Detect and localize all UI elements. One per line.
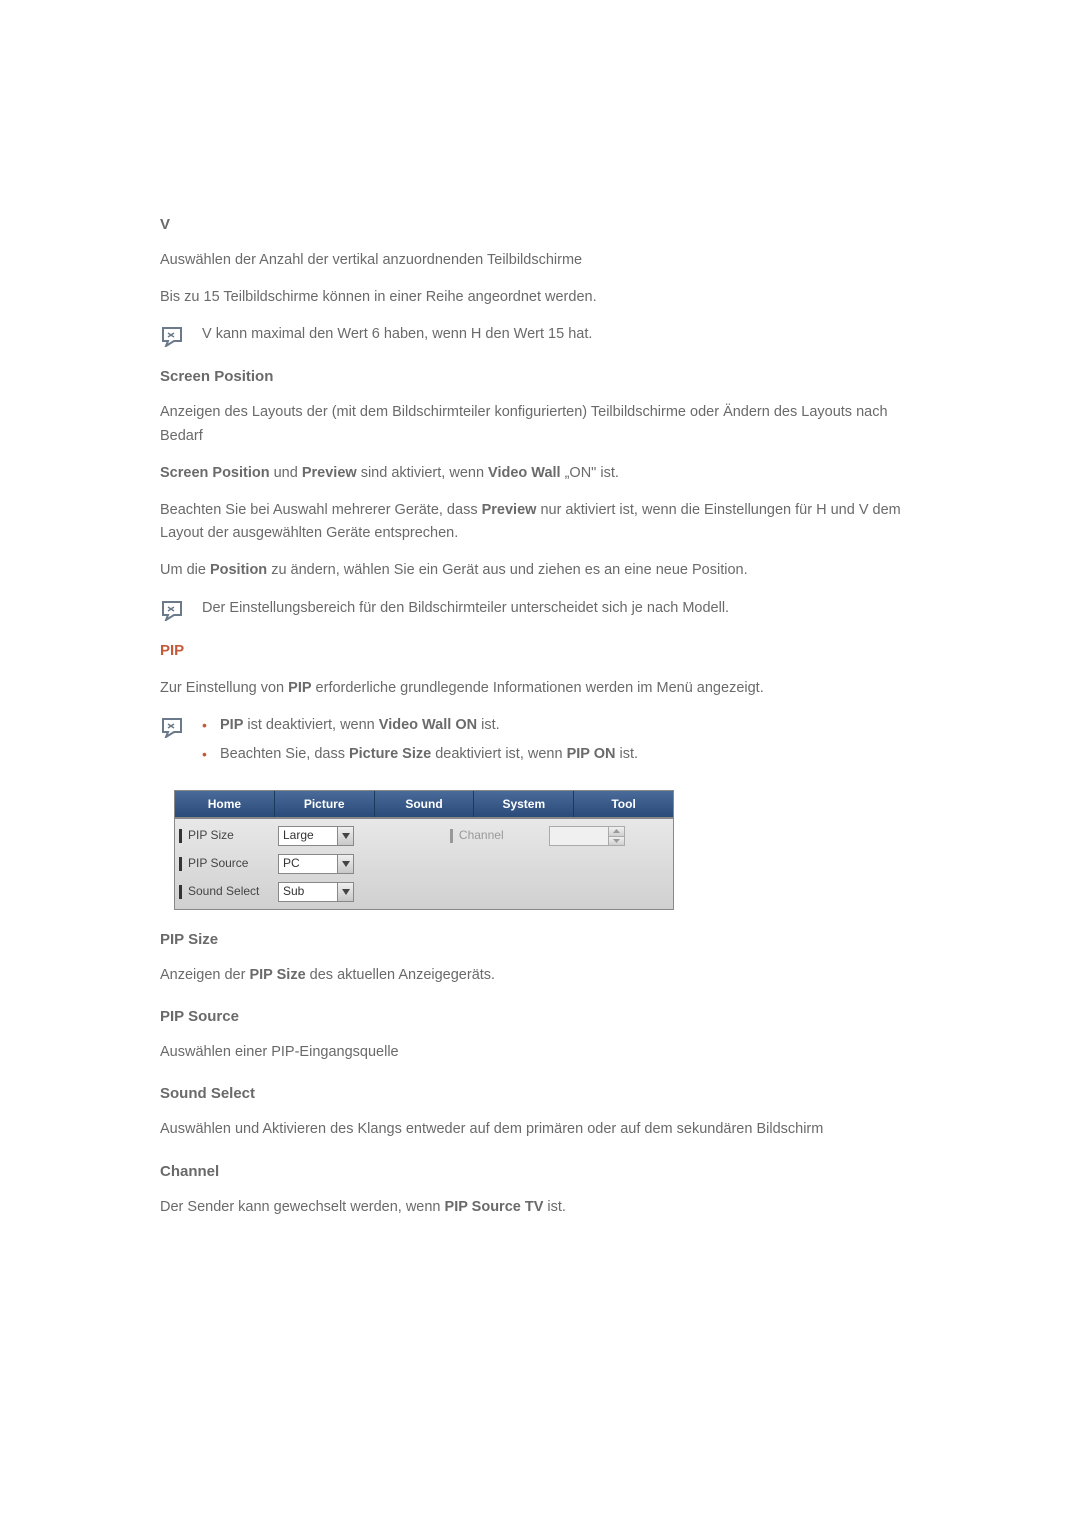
tick-icon [450,829,453,843]
row-pip-size: PIP Size Large [179,825,442,847]
heading-v: V [160,213,920,237]
para-pip-1: Zur Einstellung von PIP erforderliche gr… [160,677,920,700]
tab-sound[interactable]: Sound [375,791,475,817]
label-pip-source: PIP Source [188,854,274,873]
heading-sound-select: Sound Select [160,1082,920,1106]
para-sp-1: Anzeigen des Layouts der (mit dem Bildsc… [160,401,920,447]
row-pip-source: PIP Source PC [179,853,442,875]
note-v-text: V kann maximal den Wert 6 haben, wenn H … [202,323,920,346]
tab-tool[interactable]: Tool [574,791,673,817]
note-sp: Der Einstellungsbereich für den Bildschi… [160,597,920,621]
chevron-down-icon [609,837,624,846]
tab-row: Home Picture Sound System Tool [175,791,673,817]
note-pip: PIP ist deaktiviert, wenn Video Wall ON … [160,714,920,772]
panel-col-left: PIP Size Large PIP Source PC Sound Selec… [179,825,442,903]
para-sp-3: Beachten Sie bei Auswahl mehrerer Geräte… [160,499,920,545]
para-v-1: Auswählen der Anzahl der vertikal anzuor… [160,249,920,272]
tick-icon [179,857,182,871]
tab-picture[interactable]: Picture [275,791,375,817]
note-icon [160,716,184,738]
chevron-up-icon [609,827,624,837]
pip-bullets: PIP ist deaktiviert, wenn Video Wall ON … [202,714,638,772]
para-sp-2: Screen Position und Preview sind aktivie… [160,462,920,485]
chevron-down-icon[interactable] [337,855,353,873]
panel-body: PIP Size Large PIP Source PC Sound Selec… [175,817,673,909]
heading-screen-position: Screen Position [160,365,920,389]
dropdown-pip-source-value: PC [279,854,337,873]
heading-pip-source: PIP Source [160,1005,920,1029]
settings-panel: Home Picture Sound System Tool PIP Size … [174,790,674,910]
dropdown-pip-size[interactable]: Large [278,826,354,846]
label-pip-size: PIP Size [188,826,274,845]
note-icon [160,325,184,347]
para-sound-select: Auswählen und Aktivieren des Klangs entw… [160,1118,920,1141]
para-channel: Der Sender kann gewechselt werden, wenn … [160,1196,920,1219]
heading-pip-size: PIP Size [160,928,920,952]
dropdown-pip-source[interactable]: PC [278,854,354,874]
para-v-2: Bis zu 15 Teilbildschirme können in eine… [160,286,920,309]
pip-bullet-2: Beachten Sie, dass Picture Size deaktivi… [202,743,638,766]
chevron-down-icon[interactable] [337,883,353,901]
label-channel: Channel [459,826,545,845]
dropdown-sound-select-value: Sub [279,882,337,901]
row-channel: Channel [450,825,669,847]
pip-bullet-1: PIP ist deaktiviert, wenn Video Wall ON … [202,714,638,737]
spinner-buttons [608,827,624,845]
section-pip: PIP [160,639,920,663]
dropdown-pip-size-value: Large [279,826,337,845]
note-sp-text: Der Einstellungsbereich für den Bildschi… [202,597,920,620]
para-pip-size: Anzeigen der PIP Size des aktuellen Anze… [160,964,920,987]
para-pip-source: Auswählen einer PIP-Eingangsquelle [160,1041,920,1064]
label-sound-select: Sound Select [188,882,274,901]
tab-system[interactable]: System [474,791,574,817]
spinner-channel [549,826,625,846]
tick-icon [179,829,182,843]
tab-home[interactable]: Home [175,791,275,817]
row-sound-select: Sound Select Sub [179,881,442,903]
para-sp-4: Um die Position zu ändern, wählen Sie ei… [160,559,920,582]
note-v: V kann maximal den Wert 6 haben, wenn H … [160,323,920,347]
chevron-down-icon[interactable] [337,827,353,845]
note-icon [160,599,184,621]
tick-icon [179,885,182,899]
panel-col-right: Channel [450,825,669,903]
heading-channel: Channel [160,1160,920,1184]
dropdown-sound-select[interactable]: Sub [278,882,354,902]
